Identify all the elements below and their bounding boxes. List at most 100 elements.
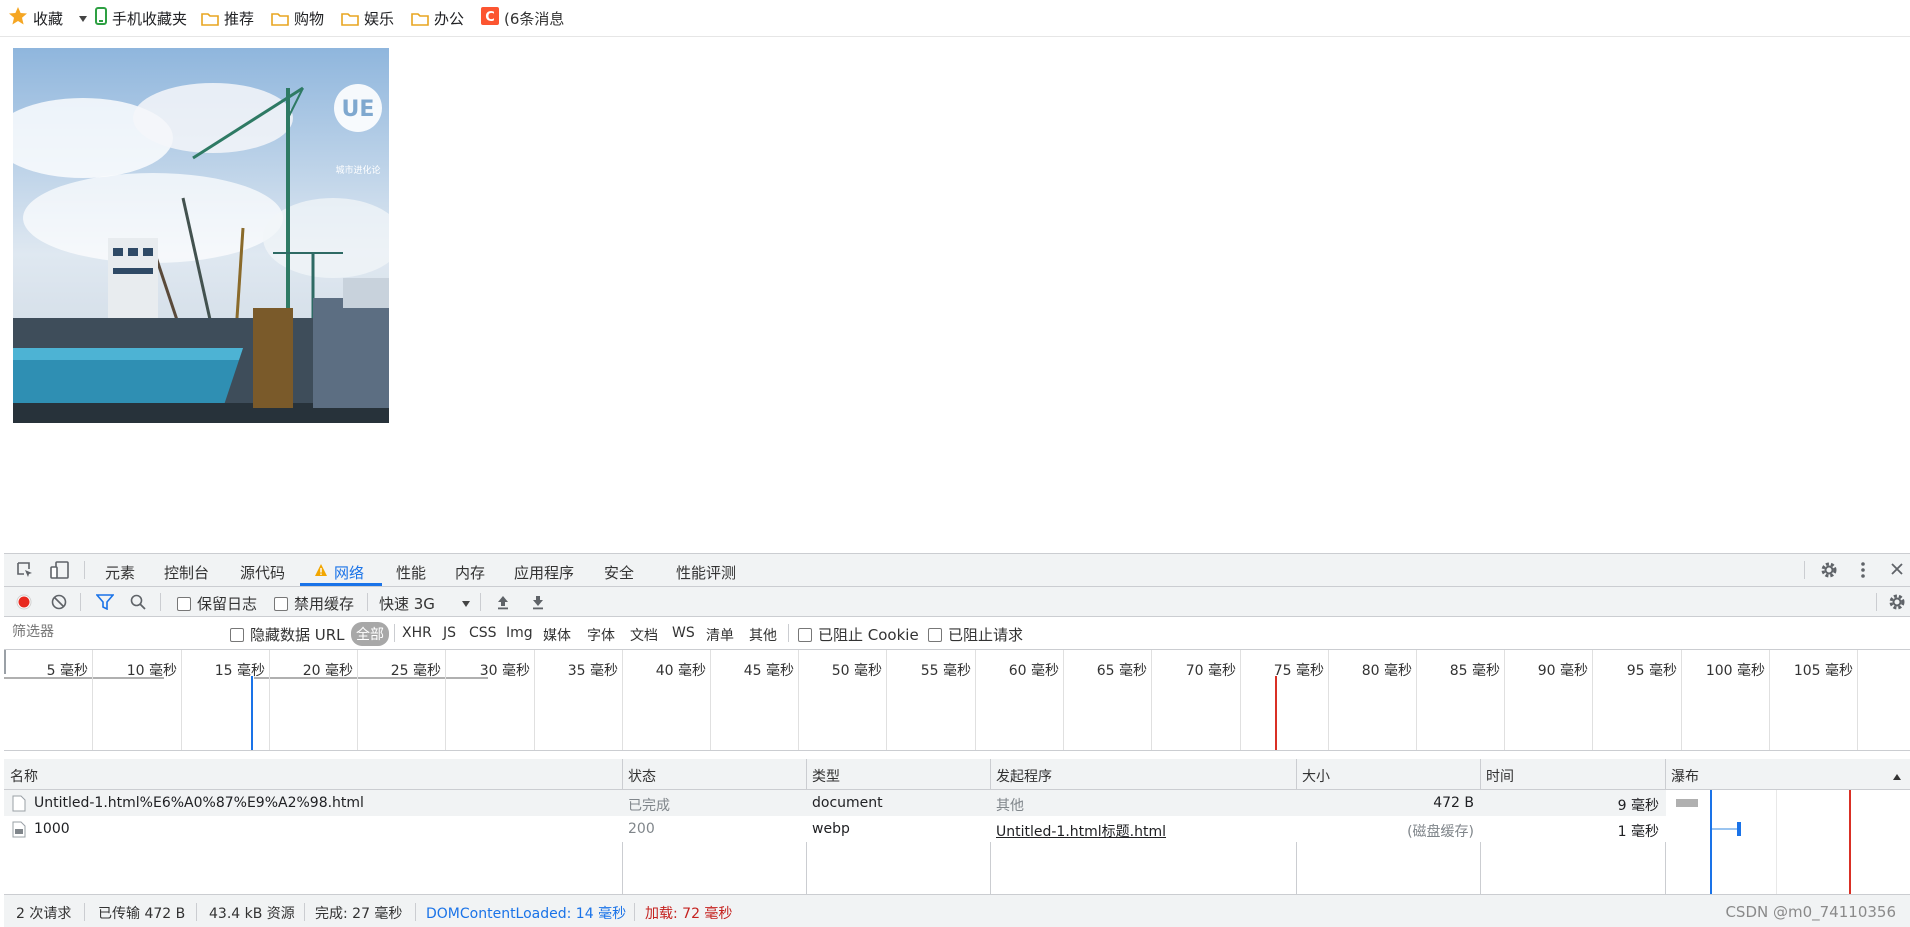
warning-icon [314, 563, 328, 581]
timeline-tick-label: 90 毫秒 [1537, 663, 1588, 679]
timeline-gridline [1328, 650, 1329, 750]
bookmark-label: 购物 [294, 9, 325, 28]
blocked-requests-checkbox[interactable]: 已阻止请求 [928, 624, 1023, 645]
tab-sources[interactable]: 源代码 [240, 562, 285, 583]
table-row[interactable]: 1000 200 webp Untitled-1.html标题.html (磁盘… [4, 816, 1666, 842]
bookmark-favorites[interactable]: 收藏 [8, 7, 88, 29]
tab-application[interactable]: 应用程序 [514, 562, 574, 583]
timeline-gridline [1592, 650, 1593, 750]
dom-content-loaded-marker [251, 676, 253, 750]
filter-type-img[interactable]: Img [506, 625, 533, 641]
close-icon[interactable] [1890, 562, 1904, 580]
throttling-select[interactable]: 快速 3G [379, 593, 471, 614]
import-har-icon[interactable] [496, 594, 510, 614]
filter-type-xhr[interactable]: XHR [402, 625, 432, 641]
export-har-icon[interactable] [531, 594, 545, 614]
tab-network[interactable]: 网络 [334, 562, 364, 583]
disable-cache-label: 禁用缓存 [294, 595, 355, 613]
tab-elements[interactable]: 元素 [105, 562, 135, 583]
filter-input[interactable] [8, 622, 220, 642]
column-header-waterfall[interactable]: 瀑布 [1671, 766, 1699, 786]
inspect-element-icon[interactable] [16, 561, 34, 583]
preserve-log-checkbox[interactable]: 保留日志 [177, 593, 257, 614]
timeline-tick-label: 85 毫秒 [1449, 663, 1500, 679]
request-name[interactable]: 1000 [34, 821, 70, 837]
tab-performance[interactable]: 性能 [396, 562, 426, 583]
filter-icon[interactable] [95, 594, 115, 614]
image-file-icon [12, 821, 26, 842]
filter-type-doc[interactable]: 文档 [630, 625, 658, 645]
table-row[interactable]: Untitled-1.html%E6%A0%87%E9%A2%98.html 已… [4, 790, 1666, 816]
timeline-tick-label: 20 毫秒 [302, 663, 353, 679]
device-toolbar-icon[interactable] [50, 561, 70, 583]
waterfall-gridline [1776, 790, 1777, 894]
column-header-name[interactable]: 名称 [10, 766, 38, 786]
checkbox-box[interactable] [274, 596, 288, 611]
timeline-gridline [1416, 650, 1417, 750]
checkbox-box[interactable] [177, 596, 191, 611]
filter-type-media[interactable]: 媒体 [543, 625, 571, 645]
folder-icon [411, 12, 429, 26]
record-icon[interactable] [16, 594, 32, 614]
more-options-icon[interactable] [1860, 561, 1866, 583]
clear-icon[interactable] [51, 594, 67, 614]
column-header-type[interactable]: 类型 [812, 766, 840, 786]
dom-content-loaded-time: DOMContentLoaded: 14 毫秒 [426, 906, 627, 922]
tab-memory[interactable]: 内存 [455, 562, 485, 583]
column-header-initiator[interactable]: 发起程序 [996, 766, 1052, 786]
filter-type-other[interactable]: 其他 [749, 625, 777, 645]
devtools-tabbar: 元素 控制台 源代码 网络 性能 内存 应用程序 安全 性能评测 [4, 554, 1910, 587]
tab-security[interactable]: 安全 [604, 562, 634, 583]
network-overview-timeline[interactable]: 5 毫秒 10 毫秒 15 毫秒 20 毫秒 25 毫秒 30 毫秒 35 毫秒 40 毫秒 4… [4, 650, 1910, 751]
filter-type-font[interactable]: 字体 [587, 625, 615, 645]
bookmarks-bar: 收藏 手机收藏夹 推荐 购物 娱乐 办公 C (6条消息 [0, 0, 1910, 37]
folder-icon [341, 12, 359, 26]
request-initiator-link[interactable]: Untitled-1.html标题.html [996, 821, 1166, 841]
bookmark-label: 手机收藏夹 [112, 9, 188, 28]
checkbox-box[interactable] [928, 627, 942, 642]
checkbox-box[interactable] [798, 627, 812, 642]
column-header-size[interactable]: 大小 [1302, 766, 1330, 786]
divider [160, 593, 161, 611]
network-settings-gear-icon[interactable] [1888, 593, 1906, 615]
filter-type-css[interactable]: CSS [469, 625, 497, 641]
filter-type-ws[interactable]: WS [672, 625, 695, 641]
csdn-watermark: CSDN @m0_74110356 [1725, 903, 1896, 921]
bookmark-mobile[interactable]: 手机收藏夹 [95, 7, 187, 29]
timeline-tick-label: 45 毫秒 [743, 663, 794, 679]
hide-data-urls-checkbox[interactable]: 隐藏数据 URL [230, 624, 345, 645]
filter-type-all[interactable]: 全部 [351, 622, 389, 646]
timeline-tick-label: 50 毫秒 [831, 663, 882, 679]
request-time: 9 毫秒 [1617, 798, 1659, 814]
chevron-down-icon[interactable] [78, 9, 88, 27]
bookmark-csdn[interactable]: C (6条消息 [481, 7, 564, 29]
tab-lighthouse[interactable]: 性能评测 [676, 562, 736, 583]
divider [634, 903, 635, 921]
timeline-gridline [1151, 650, 1152, 750]
bookmark-folder-shopping[interactable]: 购物 [271, 7, 324, 29]
chevron-down-icon [461, 596, 471, 612]
csdn-c-icon: C [481, 7, 499, 29]
bookmark-folder-recommend[interactable]: 推荐 [201, 7, 254, 29]
bookmark-folder-office[interactable]: 办公 [411, 7, 464, 29]
filter-type-manifest[interactable]: 清单 [706, 625, 734, 645]
filter-type-js[interactable]: JS [443, 625, 456, 641]
sort-ascending-icon[interactable] [1892, 769, 1902, 785]
bookmark-label: (6条消息 [504, 9, 565, 28]
timeline-tick-label: 70 毫秒 [1185, 663, 1236, 679]
blocked-cookies-checkbox[interactable]: 已阻止 Cookie [798, 624, 919, 645]
bookmark-folder-entertainment[interactable]: 娱乐 [341, 7, 394, 29]
search-icon[interactable] [130, 594, 146, 614]
column-header-status[interactable]: 状态 [628, 766, 656, 786]
logo-text: UE [342, 97, 375, 122]
column-header-time[interactable]: 时间 [1486, 766, 1514, 786]
request-name[interactable]: Untitled-1.html%E6%A0%87%E9%A2%98.html [34, 795, 364, 811]
blocked-requests-label: 已阻止请求 [948, 626, 1024, 644]
checkbox-box[interactable] [230, 627, 244, 642]
timeline-handle[interactable] [4, 650, 6, 674]
divider [84, 561, 85, 579]
settings-gear-icon[interactable] [1820, 561, 1838, 583]
waterfall-bar [1710, 828, 1738, 830]
disable-cache-checkbox[interactable]: 禁用缓存 [274, 593, 354, 614]
tab-console[interactable]: 控制台 [164, 562, 209, 583]
